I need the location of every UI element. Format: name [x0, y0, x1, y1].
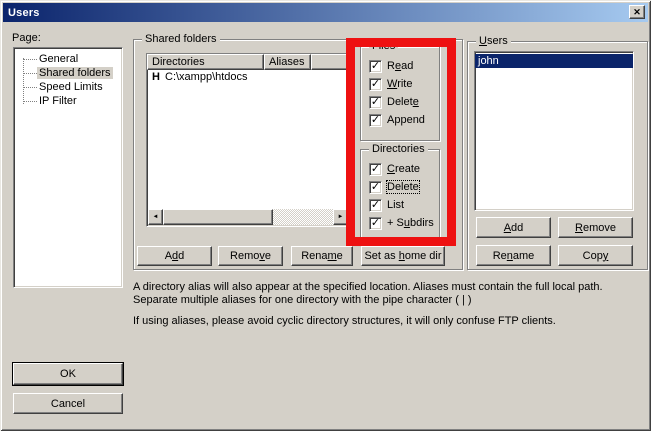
- delete-directories-label: Delete: [387, 181, 419, 193]
- scroll-left-icon: ◄: [153, 214, 159, 220]
- directories-permissions-group: Directories ✓ Create ✓ Delete ✓ List ✓ +…: [360, 149, 440, 242]
- horizontal-scrollbar[interactable]: ◄ ►: [148, 209, 348, 225]
- directory-path: C:\xampp\htdocs: [165, 71, 248, 83]
- append-checkbox[interactable]: ✓: [369, 114, 382, 127]
- page-label: Page:: [12, 32, 41, 44]
- append-label: Append: [387, 114, 425, 126]
- list-label: List: [387, 199, 404, 211]
- create-checkbox[interactable]: ✓: [369, 163, 382, 176]
- close-button[interactable]: ✕: [629, 5, 645, 19]
- column-header-filler: [311, 54, 349, 70]
- subdirs-checkbox-row[interactable]: ✓ + Subdirs: [369, 216, 434, 230]
- subdirs-label: + Subdirs: [387, 217, 434, 229]
- alias-help-paragraph-2: If using aliases, please avoid cyclic di…: [133, 315, 645, 328]
- page-item-ip-filter[interactable]: IP Filter: [14, 94, 122, 108]
- rename-user-button[interactable]: Rename: [476, 245, 551, 266]
- set-as-home-dir-button[interactable]: Set as home dir: [361, 246, 445, 266]
- directories-listview: Directories Aliases H C:\xampp\htdocs ◄ …: [146, 53, 350, 227]
- write-checkbox[interactable]: ✓: [369, 78, 382, 91]
- write-checkbox-row[interactable]: ✓ Write: [369, 77, 412, 91]
- scroll-right-button[interactable]: ►: [333, 209, 348, 225]
- close-icon: ✕: [633, 7, 641, 18]
- scrollbar-thumb[interactable]: [163, 209, 273, 225]
- read-checkbox[interactable]: ✓: [369, 60, 382, 73]
- directory-row[interactable]: H C:\xampp\htdocs: [147, 70, 349, 84]
- window-title: Users: [3, 7, 40, 19]
- subdirs-checkbox[interactable]: ✓: [369, 217, 382, 230]
- add-directory-button[interactable]: Add: [137, 246, 212, 266]
- column-header-directories[interactable]: Directories: [147, 54, 264, 70]
- checkmark-icon: ✓: [371, 115, 380, 125]
- files-permissions-group: Files ✓ Read ✓ Write ✓ Delete ✓ Append: [360, 46, 440, 141]
- tree-stub: [23, 101, 37, 102]
- checkmark-icon: ✓: [371, 61, 380, 71]
- checkmark-icon: ✓: [371, 200, 380, 210]
- remove-directory-button[interactable]: Remove: [218, 246, 283, 266]
- checkmark-icon: ✓: [371, 164, 380, 174]
- directories-group-label: Directories: [369, 143, 428, 155]
- users-list: john: [474, 51, 634, 211]
- list-checkbox-row[interactable]: ✓ List: [369, 198, 404, 212]
- page-list: General Shared folders Speed Limits IP F…: [13, 47, 123, 288]
- listview-header: Directories Aliases: [147, 54, 349, 70]
- scrollbar-track[interactable]: [273, 209, 333, 225]
- read-checkbox-row[interactable]: ✓ Read: [369, 59, 413, 73]
- alias-help-paragraph-1: A directory alias will also appear at th…: [133, 281, 645, 307]
- delete-files-checkbox-row[interactable]: ✓ Delete: [369, 95, 419, 109]
- user-row-john[interactable]: john: [475, 54, 633, 68]
- list-checkbox[interactable]: ✓: [369, 199, 382, 212]
- alias-help-text: A directory alias will also appear at th…: [133, 281, 645, 328]
- tree-stub: [23, 59, 37, 60]
- append-checkbox-row[interactable]: ✓ Append: [369, 113, 425, 127]
- page-item-speed-limits[interactable]: Speed Limits: [14, 80, 122, 94]
- home-flag: H: [152, 71, 165, 83]
- page-item-shared-folders[interactable]: Shared folders: [14, 66, 122, 80]
- files-group-label: Files: [369, 40, 398, 52]
- rename-directory-button[interactable]: Rename: [291, 246, 353, 266]
- delete-directories-checkbox-row[interactable]: ✓ Delete: [369, 180, 419, 194]
- delete-directories-checkbox[interactable]: ✓: [369, 181, 382, 194]
- column-header-aliases[interactable]: Aliases: [264, 54, 311, 70]
- scroll-right-icon: ►: [338, 214, 344, 220]
- create-label: Create: [387, 163, 420, 175]
- page-item-general[interactable]: General: [14, 52, 122, 66]
- titlebar[interactable]: Users ✕: [3, 3, 648, 22]
- checkmark-icon: ✓: [371, 97, 380, 107]
- remove-user-button[interactable]: Remove: [558, 217, 633, 238]
- users-group-label: Users: [476, 35, 511, 47]
- tree-stub: [23, 73, 37, 74]
- copy-user-button[interactable]: Copy: [558, 245, 633, 266]
- ok-button[interactable]: OK: [13, 363, 123, 385]
- write-label: Write: [387, 78, 412, 90]
- create-checkbox-row[interactable]: ✓ Create: [369, 162, 420, 176]
- shared-folders-group-label: Shared folders: [142, 33, 220, 45]
- delete-files-checkbox[interactable]: ✓: [369, 96, 382, 109]
- scroll-left-button[interactable]: ◄: [148, 209, 163, 225]
- cancel-button[interactable]: Cancel: [13, 393, 123, 414]
- checkmark-icon: ✓: [371, 182, 380, 192]
- checkmark-icon: ✓: [371, 79, 380, 89]
- delete-files-label: Delete: [387, 96, 419, 108]
- read-label: Read: [387, 60, 413, 72]
- checkmark-icon: ✓: [371, 218, 380, 228]
- tree-stub: [23, 87, 37, 88]
- users-dialog: Users ✕ Page: General Shared folders Spe…: [0, 0, 651, 431]
- add-user-button[interactable]: Add: [476, 217, 551, 238]
